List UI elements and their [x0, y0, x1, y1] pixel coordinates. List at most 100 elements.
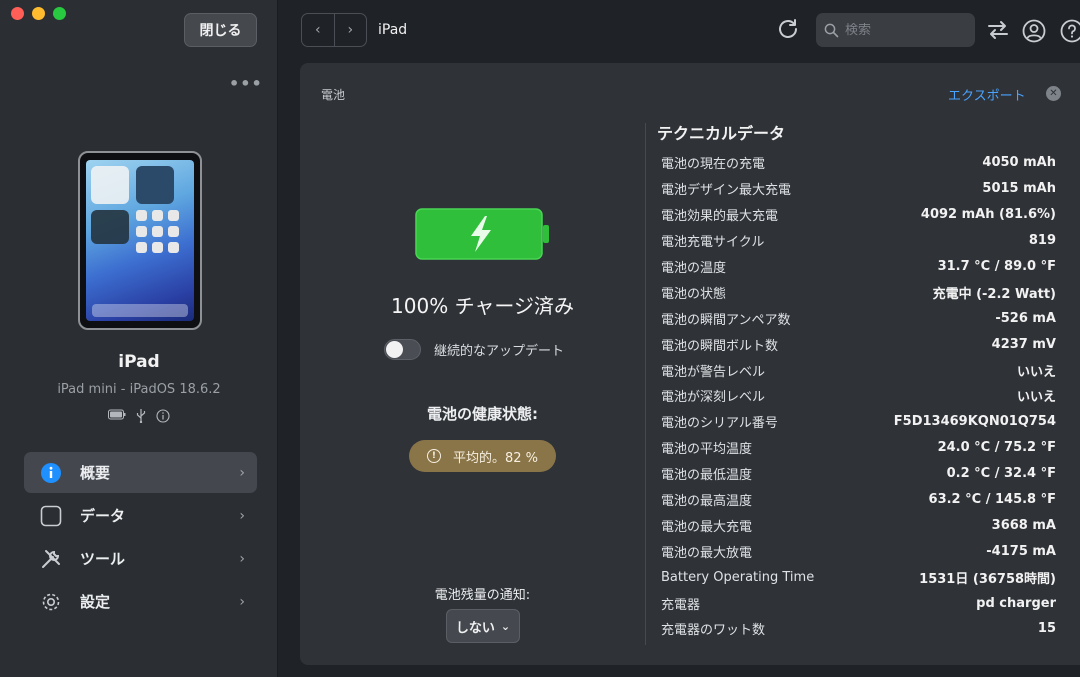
table-row: 電池デザイン最大充電 5015 mAh [661, 176, 1056, 202]
export-link[interactable]: エクスポート [948, 85, 1026, 104]
table-row: 電池の状態 充電中 (-2.2 Watt) [661, 279, 1056, 305]
table-row: 充電器のワット数 15 [661, 616, 1056, 642]
sidebar-item-settings[interactable]: 設定 › [24, 581, 257, 622]
row-key: 電池が警告レベル [661, 364, 766, 380]
row-key: 電池の瞬間アンペア数 [661, 312, 791, 328]
table-row: 電池の瞬間ボルト数 4237 mV [661, 331, 1056, 357]
close-button[interactable]: 閉じる [184, 13, 257, 47]
battery-health-title: 電池の健康状態: [427, 405, 538, 423]
sidebar-item-label: データ [80, 507, 126, 525]
info-icon [40, 462, 62, 484]
row-value: 15 [1037, 621, 1056, 637]
row-value: 819 [1028, 233, 1056, 249]
forward-button[interactable]: › [335, 14, 367, 46]
table-row: 電池が警告レベル いいえ [661, 357, 1056, 383]
row-value: 0.2 °C / 32.4 °F [946, 466, 1056, 482]
refresh-icon[interactable] [776, 17, 800, 41]
chevron-right-icon: › [239, 593, 245, 610]
chevron-right-icon: › [239, 507, 245, 524]
row-value: -526 mA [995, 310, 1056, 326]
help-icon[interactable] [1060, 19, 1080, 43]
table-row: 電池の温度 31.7 °C / 89.0 °F [661, 254, 1056, 280]
row-value: いいえ [1016, 364, 1056, 380]
sidebar-nav: 概要 › データ › ツール › 設定 › [24, 452, 257, 624]
more-options-button[interactable]: ••• [229, 74, 263, 93]
table-row: 電池の瞬間アンペア数 -526 mA [661, 305, 1056, 331]
battery-notify-value: しない [455, 620, 495, 636]
window-controls [11, 7, 66, 20]
row-value: 充電中 (-2.2 Watt) [932, 286, 1056, 302]
row-value: 4050 mAh [982, 155, 1056, 171]
row-value: 4092 mAh (81.6%) [920, 207, 1056, 223]
battery-notify-select[interactable]: しない ⌄ [446, 609, 520, 643]
row-value: 4237 mV [991, 336, 1056, 352]
tools-icon [40, 548, 62, 570]
account-icon[interactable] [1022, 19, 1046, 43]
chevron-right-icon: › [239, 550, 245, 567]
row-value: -4175 mA [986, 543, 1056, 559]
table-row: 電池の現在の充電 4050 mAh [661, 150, 1056, 176]
sidebar-item-overview[interactable]: 概要 › [24, 452, 257, 493]
table-row: Battery Operating Time 1531日 (36758時間) [661, 564, 1056, 590]
chevron-down-icon: ⌄ [500, 619, 511, 633]
row-key: 電池効果的最大充電 [661, 209, 779, 225]
continuous-update-row: 継続的なアップデート [384, 339, 564, 360]
table-row: 電池充電サイクル 819 [661, 228, 1056, 254]
window-close-button[interactable] [11, 7, 24, 20]
sidebar-item-data[interactable]: データ › [24, 495, 257, 536]
warning-icon: ! [426, 449, 441, 463]
info-small-icon[interactable] [156, 409, 170, 423]
history-nav: ‹ › [301, 13, 367, 47]
battery-status: 100% チャージ済み [391, 294, 574, 318]
row-value: 24.0 °C / 75.2 °F [937, 440, 1056, 456]
sidebar-item-label: 概要 [80, 464, 111, 482]
continuous-update-toggle[interactable] [384, 339, 421, 360]
sidebar-item-tools[interactable]: ツール › [24, 538, 257, 579]
close-panel-icon[interactable]: ✕ [1046, 86, 1061, 101]
transfer-icon[interactable] [987, 20, 1009, 40]
row-key: 電池の瞬間ボルト数 [661, 338, 779, 354]
toolbar: ‹ › iPad [279, 0, 1080, 62]
row-value: 1531日 (36758時間) [919, 571, 1056, 587]
window-zoom-button[interactable] [53, 7, 66, 20]
sidebar: 閉じる ••• iPad iPad mini - iPadOS 18.6.2 概… [0, 0, 278, 677]
sidebar-item-label: ツール [80, 550, 126, 568]
row-key: 充電器のワット数 [661, 623, 766, 639]
table-row: 電池の最大充電 3668 mA [661, 512, 1056, 538]
row-value: 63.2 °C / 145.8 °F [928, 492, 1056, 508]
search-input[interactable] [845, 22, 965, 38]
device-model: iPad mini - iPadOS 18.6.2 [57, 382, 221, 397]
row-key: 電池の最大放電 [661, 545, 753, 561]
row-key: 充電器 [661, 597, 701, 613]
window-minimize-button[interactable] [32, 7, 45, 20]
table-row: 電池の最低温度 0.2 °C / 32.4 °F [661, 461, 1056, 487]
table-row: 電池の最大放電 -4175 mA [661, 538, 1056, 564]
row-key: Battery Operating Time [661, 569, 815, 585]
panel-title: 電池 [321, 88, 346, 102]
row-key: 電池充電サイクル [661, 235, 765, 251]
row-value: いいえ [1016, 390, 1056, 406]
row-value: 31.7 °C / 89.0 °F [937, 259, 1056, 274]
row-key: 電池の最高温度 [661, 494, 753, 510]
technical-data-title: テクニカルデータ [657, 124, 786, 143]
row-key: 電池が深刻レベル [661, 390, 766, 406]
table-row: 電池のシリアル番号 F5D13469KQN01Q754 [661, 409, 1056, 435]
device-screen [86, 160, 194, 321]
row-key: 電池の温度 [661, 261, 727, 276]
search-field[interactable] [816, 13, 975, 47]
battery-small-icon [108, 409, 126, 420]
gear-icon [40, 591, 62, 613]
row-key: 電池のシリアル番号 [661, 416, 778, 432]
table-row: 充電器 pd charger [661, 590, 1056, 616]
row-key: 電池の現在の充電 [661, 157, 766, 173]
battery-notify-title: 電池残量の通知: [434, 588, 531, 603]
device-name: iPad [118, 352, 160, 372]
table-row: 電池効果的最大充電 4092 mAh (81.6%) [661, 202, 1056, 228]
battery-health-badge: ! 平均的。82 % [409, 440, 556, 472]
back-button[interactable]: ‹ [302, 14, 335, 46]
continuous-update-label: 継続的なアップデート [434, 344, 565, 359]
divider [645, 123, 646, 645]
device-image [78, 151, 202, 330]
battery-panel: 電池 エクスポート ✕ 100% チャージ済み 継続的なアップデート 電池の健康… [300, 63, 1080, 665]
chevron-right-icon: › [239, 464, 245, 481]
